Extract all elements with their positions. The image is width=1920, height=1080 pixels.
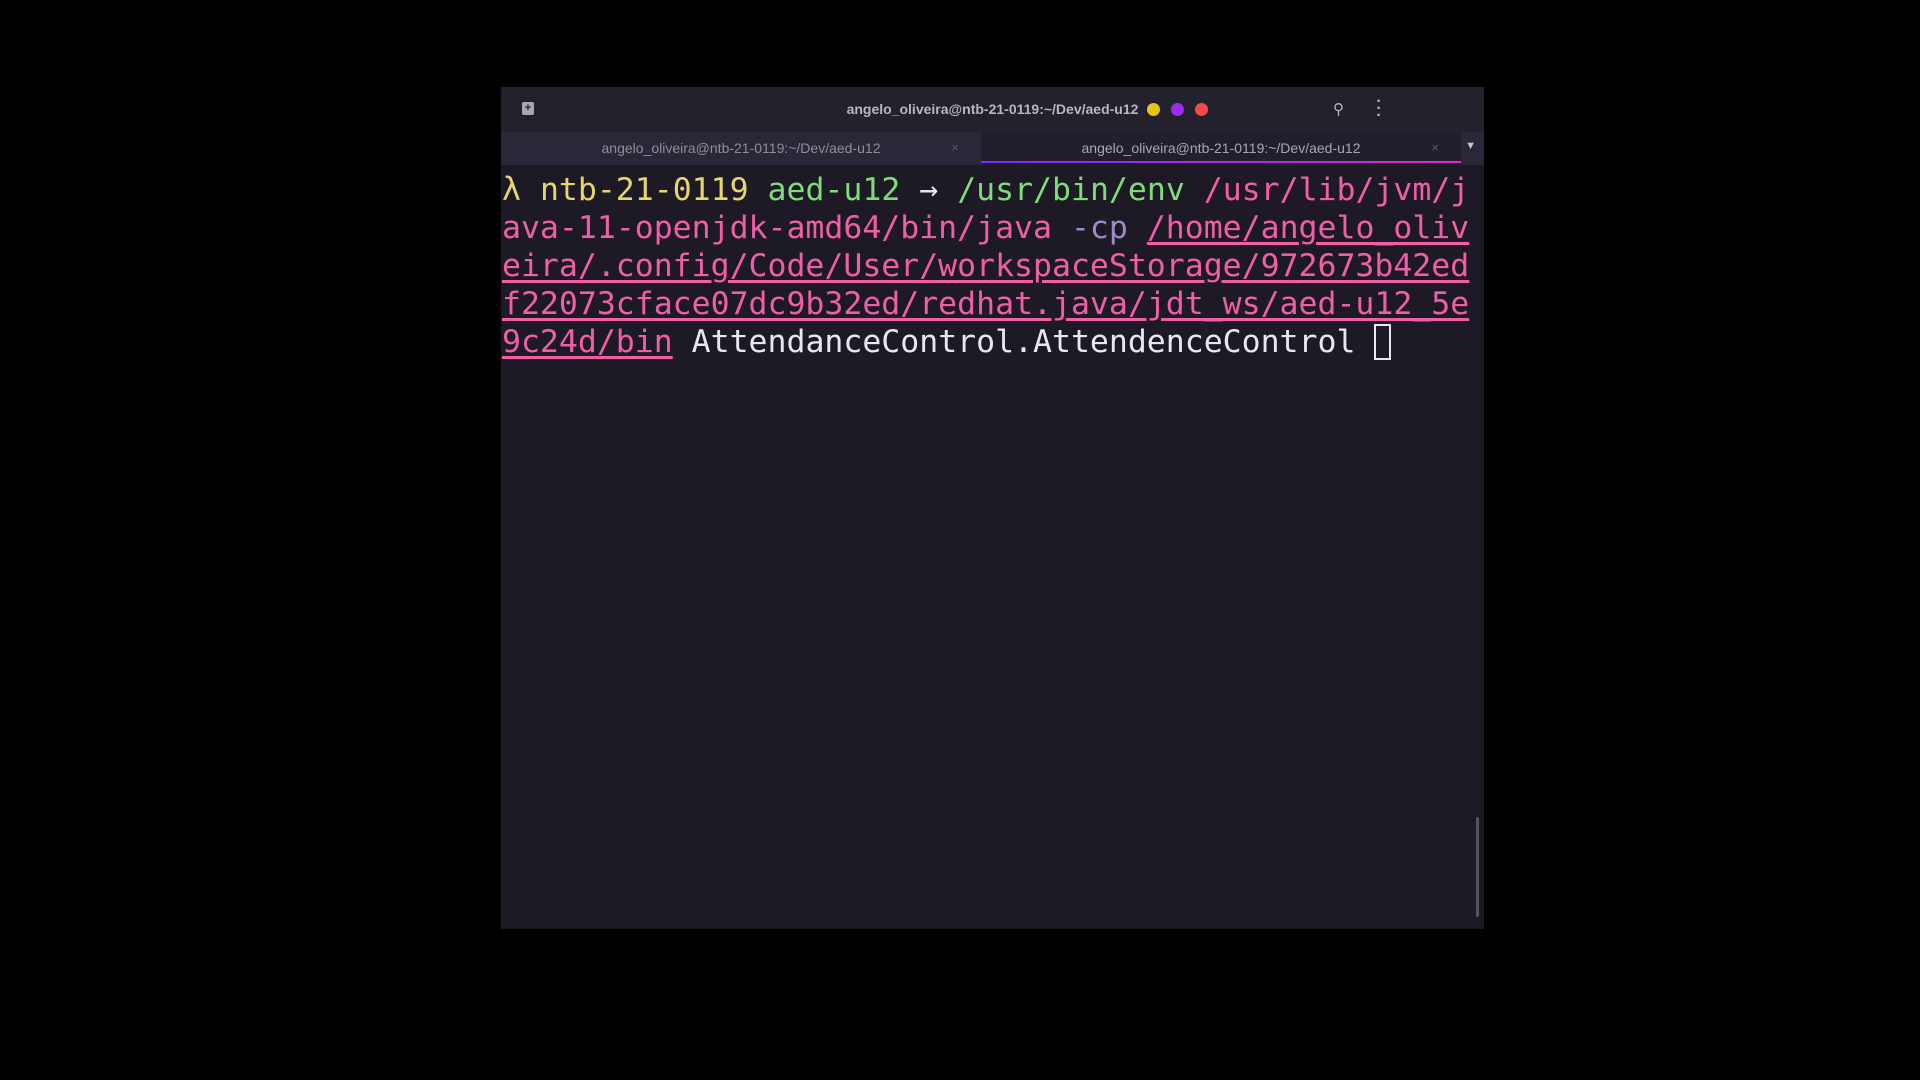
- scrollbar[interactable]: [1476, 817, 1479, 917]
- classpath-link[interactable]: f22073cface07dc9b32ed/redhat.java/jdt_ws…: [502, 286, 1469, 322]
- cursor: [1374, 324, 1392, 360]
- terminal-output[interactable]: λ ntb-21-0119 aed-u12 → /usr/bin/env /us…: [501, 165, 1484, 361]
- prompt-dir: aed-u12: [767, 172, 901, 208]
- classpath-link[interactable]: /home/angelo_oliv: [1147, 210, 1469, 246]
- classpath-link[interactable]: eira/.config/Code/User/workspaceStorage/…: [502, 248, 1469, 284]
- tab-close-icon[interactable]: ×: [951, 132, 959, 164]
- cp-flag: -cp: [1070, 210, 1128, 246]
- tab-label: angelo_oliveira@ntb-21-0119:~/Dev/aed-u1…: [1081, 140, 1361, 156]
- minimize-button[interactable]: [1147, 103, 1160, 116]
- tab-1[interactable]: angelo_oliveira@ntb-21-0119:~/Dev/aed-u1…: [501, 132, 981, 165]
- tab-list-dropdown-icon[interactable]: ▼: [1465, 140, 1476, 152]
- command: /usr/bin/env: [957, 172, 1185, 208]
- java-path-cont: ava-11-openjdk-amd64/bin/java: [502, 210, 1052, 246]
- main-class: AttendanceControl.AttendenceControl: [691, 324, 1356, 360]
- terminal-window: + angelo_oliveira@ntb-21-0119:~/Dev/aed-…: [501, 87, 1484, 929]
- menu-icon[interactable]: · · ·: [1376, 94, 1382, 124]
- prompt-host: ntb-21-0119: [539, 172, 749, 208]
- title-bar: + angelo_oliveira@ntb-21-0119:~/Dev/aed-…: [501, 87, 1484, 132]
- classpath-link[interactable]: 9c24d/bin: [502, 324, 673, 360]
- active-tab-indicator: [981, 161, 1461, 163]
- prompt-symbol: λ: [502, 172, 521, 208]
- java-path: /usr/lib/jvm/j: [1203, 172, 1470, 208]
- search-icon[interactable]: ⚲: [1333, 100, 1344, 118]
- maximize-button[interactable]: [1171, 103, 1184, 116]
- close-button[interactable]: [1195, 103, 1208, 116]
- tab-2[interactable]: angelo_oliveira@ntb-21-0119:~/Dev/aed-u1…: [981, 132, 1461, 165]
- tab-label: angelo_oliveira@ntb-21-0119:~/Dev/aed-u1…: [601, 140, 881, 156]
- tab-close-icon[interactable]: ×: [1431, 132, 1439, 164]
- tab-bar: angelo_oliveira@ntb-21-0119:~/Dev/aed-u1…: [501, 132, 1484, 165]
- prompt-arrow: →: [919, 172, 939, 208]
